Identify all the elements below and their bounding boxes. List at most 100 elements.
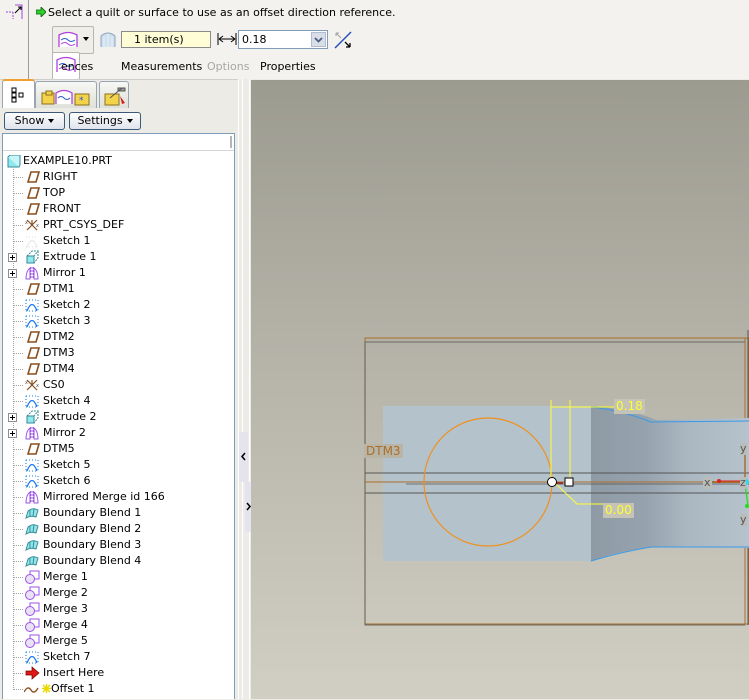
tree-connector <box>13 657 23 658</box>
model-tree-icon <box>11 87 24 103</box>
tree-item-label: Merge 3 <box>43 602 88 615</box>
tree-connector <box>13 577 23 578</box>
datum-plane-icon <box>26 347 40 359</box>
tree-connector <box>13 497 23 498</box>
boundary-blend-icon <box>25 556 39 568</box>
tree-connector <box>13 513 23 514</box>
merge-icon <box>25 586 40 600</box>
dimension-zero-label[interactable]: 0.00 <box>603 503 634 518</box>
tree-connector <box>13 449 23 450</box>
tree-connector <box>13 289 23 290</box>
offset-drag-handle[interactable] <box>564 477 574 487</box>
offset-distance-field[interactable]: 0.18 <box>238 30 328 49</box>
tree-connector <box>13 305 23 306</box>
offset-standard-icon <box>58 31 78 47</box>
svg-text:*: * <box>79 96 84 106</box>
tree-connector <box>13 177 23 178</box>
tab-measurements[interactable]: Measurements <box>121 60 202 73</box>
tree-item-label: Merge 5 <box>43 634 88 647</box>
tree-item-label: DTM4 <box>43 362 75 375</box>
tree-item-label: Merge 1 <box>43 570 88 583</box>
flip-direction-icon[interactable] <box>334 31 352 49</box>
merge-icon <box>25 602 40 616</box>
distance-dropdown-button[interactable] <box>311 32 326 47</box>
tree-connector <box>13 209 23 210</box>
offset-curve-icon <box>24 687 39 693</box>
extrude-icon <box>26 250 40 264</box>
panel-splitter[interactable] <box>238 79 251 699</box>
mirror-icon <box>25 266 39 280</box>
tab-options: Options <box>207 60 250 73</box>
tree-connector <box>13 241 23 242</box>
green-arrow-icon <box>36 7 46 17</box>
tree-connector <box>13 193 23 194</box>
settings-button[interactable]: Settings <box>69 112 141 130</box>
model-tree-header <box>3 134 234 151</box>
sketch-handle-icon[interactable] <box>5 3 25 19</box>
tree-item-label: Mirrored Merge id 166 <box>43 490 165 503</box>
expand-icon[interactable] <box>8 253 17 262</box>
tree-root-label: EXAMPLE10.PRT <box>23 154 112 167</box>
sketch-icon <box>25 395 39 408</box>
tab-model-tree[interactable] <box>2 79 35 108</box>
expand-icon[interactable] <box>8 269 17 278</box>
dimension-offset-label[interactable]: 0.18 <box>614 399 645 414</box>
expand-icon[interactable] <box>8 429 17 438</box>
prompt-message: Select a quilt or surface to use as an o… <box>36 6 395 19</box>
surface-transition <box>591 406 749 561</box>
tree-item-label: Boundary Blend 4 <box>43 554 142 567</box>
reference-collector[interactable]: 1 item(s) <box>121 31 211 48</box>
tree-item-label: Extrude 2 <box>43 410 97 423</box>
tree-item-label: Mirror 2 <box>43 426 86 439</box>
sketch-icon <box>25 315 39 328</box>
graphics-window[interactable]: DTM3 0.18 0.00 x y z y <box>251 80 749 699</box>
svg-text:x: x <box>25 220 28 226</box>
boundary-blend-icon <box>25 540 39 552</box>
chevron-down-icon <box>126 119 133 123</box>
tree-item-label: DTM3 <box>43 346 75 359</box>
tree-connector <box>13 641 23 642</box>
extrude-icon <box>26 410 40 424</box>
chevron-down-icon <box>48 119 55 123</box>
tree-item-label: DTM2 <box>43 330 75 343</box>
tree-item-label: FRONT <box>43 202 81 215</box>
datum-plane-icon <box>26 331 40 343</box>
expand-icon[interactable] <box>8 413 17 422</box>
svg-text:x: x <box>36 223 39 229</box>
svg-text:x: x <box>25 380 28 386</box>
tab-references[interactable]: ences <box>61 60 93 73</box>
tree-connector <box>13 401 23 402</box>
tree-connector <box>13 561 23 562</box>
offset-type-selector[interactable] <box>52 26 94 54</box>
collapse-left-button[interactable] <box>238 432 248 482</box>
chevron-down-icon[interactable] <box>83 37 89 41</box>
csys-y-label: y <box>740 442 747 455</box>
model-viewport <box>364 330 749 626</box>
new-feature-star-icon <box>42 684 51 693</box>
datum-plane-icon <box>26 171 40 183</box>
tab-folder-browser[interactable]: * <box>35 81 97 108</box>
tree-connector <box>13 529 23 530</box>
csys-x-label: x <box>703 476 712 489</box>
tree-item-label: Insert Here <box>43 666 105 679</box>
tree-connector <box>13 353 23 354</box>
column-resize-handle[interactable] <box>230 136 232 148</box>
tree-connector <box>13 225 23 226</box>
tree-item-label: PRT_CSYS_DEF <box>43 218 125 231</box>
csys-icon: xx <box>25 379 39 391</box>
offset-start-handle[interactable] <box>547 477 557 487</box>
tree-connector <box>13 481 23 482</box>
tree-item-label: Boundary Blend 2 <box>43 522 142 535</box>
tree-item-label: DTM1 <box>43 282 75 295</box>
dashboard-handle <box>0 0 29 79</box>
show-button[interactable]: Show <box>4 112 65 130</box>
tree-item-label: Boundary Blend 3 <box>43 538 142 551</box>
show-label: Show <box>14 114 45 127</box>
tab-properties[interactable]: Properties <box>260 60 316 73</box>
quilt-icon <box>100 32 116 47</box>
tab-connections[interactable] <box>99 81 129 108</box>
csys-icon: xx <box>25 219 39 231</box>
tree-item-label: Sketch 7 <box>43 650 91 663</box>
tree-connector <box>13 545 23 546</box>
csys-x-point <box>717 479 721 483</box>
